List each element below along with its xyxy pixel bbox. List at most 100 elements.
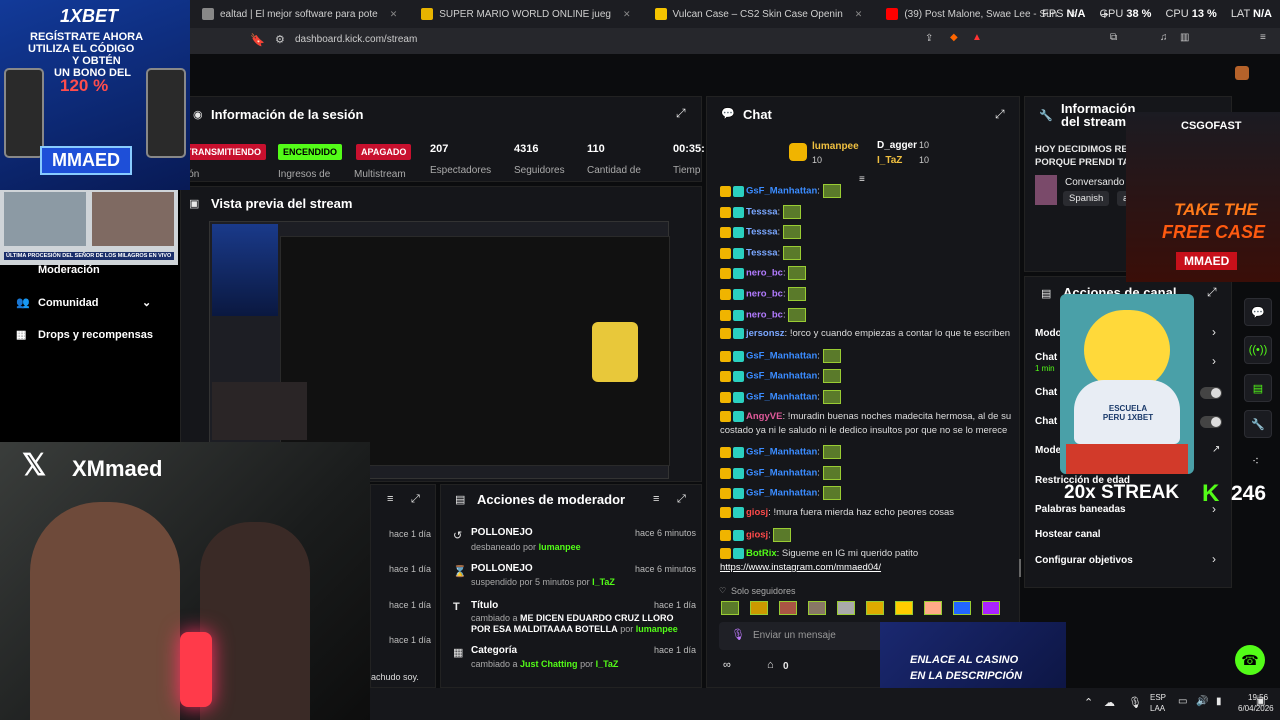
chat-username[interactable]: GsF_Manhattan xyxy=(746,447,817,458)
sidebar-icon[interactable]: ▥ xyxy=(1180,32,1189,43)
chat-scrollbar[interactable] xyxy=(1019,559,1021,577)
emote-icon[interactable] xyxy=(779,601,797,615)
store-icon[interactable]: ⌂ xyxy=(767,659,774,671)
chevron-right-icon[interactable]: › xyxy=(1212,354,1216,368)
mic-icon[interactable]: 🎙 xyxy=(731,628,745,641)
extensions-icon[interactable]: ⧉ xyxy=(1110,32,1117,43)
chat-username[interactable]: Tesssa xyxy=(746,248,778,259)
browser-tab[interactable]: ealtad | El mejor software para pote ✕ xyxy=(190,0,409,28)
chat-username[interactable]: GsF_Manhattan xyxy=(746,351,817,362)
chat-username[interactable]: giosj xyxy=(746,507,768,518)
channel-action-item[interactable]: Configurar objetivos xyxy=(1035,555,1133,566)
close-icon[interactable]: ✕ xyxy=(390,9,398,20)
emote-icon[interactable] xyxy=(808,601,826,615)
battery-icon[interactable]: ▮ xyxy=(1216,696,1222,707)
address-bar[interactable]: 🔖 ⚙ dashboard.kick.com/stream ⇪ ◆ ▲ ⧉ ♫ … xyxy=(190,28,1280,54)
chat-username[interactable]: giosj xyxy=(746,530,768,541)
toggle-switch[interactable] xyxy=(1200,387,1222,399)
emote-icon[interactable] xyxy=(837,601,855,615)
close-icon[interactable]: ✕ xyxy=(855,9,863,20)
infinity-icon[interactable]: ∞ xyxy=(723,659,731,671)
volume-icon[interactable]: 🔊 xyxy=(1196,696,1208,707)
emote-icon[interactable] xyxy=(866,601,884,615)
lang-indicator[interactable]: LAA xyxy=(1150,704,1165,713)
chat-username[interactable]: GsF_Manhattan xyxy=(746,468,817,479)
chat-username[interactable]: nero_bc xyxy=(746,310,783,321)
chat-text[interactable]: https://www.instagram.com/mmaed04/ xyxy=(720,562,881,573)
browser-tab[interactable]: SUPER MARIO WORLD ONLINE jueg ✕ xyxy=(409,0,642,28)
chat-username[interactable]: nero_bc xyxy=(746,268,783,279)
profile-avatar[interactable] xyxy=(1235,66,1249,80)
chat-badge-icon xyxy=(720,548,731,559)
mic-icon[interactable]: 🎙 xyxy=(1128,696,1142,709)
channel-action-item[interactable]: Mode xyxy=(1035,445,1061,456)
browser-tab[interactable]: Vulcan Case – CS2 Skin Case Openin ✕ xyxy=(643,0,875,28)
filter-icon[interactable]: ≡ xyxy=(387,493,393,505)
filter-icon[interactable]: ≡ xyxy=(653,493,659,505)
share-icon[interactable]: ⇪ xyxy=(925,33,933,44)
dots-icon[interactable]: ⁖ xyxy=(1252,454,1259,468)
mod-row-time: hace 1 día xyxy=(654,645,697,655)
stream-preview-video[interactable] xyxy=(209,221,670,479)
chat-username[interactable]: nero_bc xyxy=(746,289,783,300)
chat-username[interactable]: GsF_Manhattan xyxy=(746,392,817,403)
channel-action-item[interactable]: Palabras baneadas xyxy=(1035,504,1126,515)
tray-chevron-icon[interactable]: ⌃ xyxy=(1084,696,1093,709)
channel-action-item[interactable]: Modo xyxy=(1035,328,1062,339)
network-icon[interactable]: ▭ xyxy=(1178,696,1187,707)
chart-icon[interactable]: ↗ xyxy=(1212,444,1220,455)
collapse-icon[interactable]: ≡ xyxy=(859,174,865,185)
notification-icon[interactable]: ▣ xyxy=(1256,696,1265,707)
chat-badge-icon xyxy=(733,226,744,238)
expand-icon[interactable]: ⤢ xyxy=(411,493,420,506)
site-settings-icon[interactable]: ⚙ xyxy=(275,33,285,46)
chat-username[interactable]: GsF_Manhattan xyxy=(746,186,817,197)
sidebar-item-comunidad[interactable]: 👥 Comunidad ⌄ xyxy=(16,296,151,310)
close-icon[interactable]: ✕ xyxy=(623,9,631,20)
chat-badge-icon xyxy=(720,185,731,197)
emote-icon[interactable] xyxy=(982,601,1000,615)
csgo-brand: CSGOFAST xyxy=(1181,120,1242,132)
log-time: hace 1 día xyxy=(389,529,432,539)
rail-tools-button[interactable]: 🔧 xyxy=(1244,410,1272,438)
expand-icon[interactable]: ⤢ xyxy=(995,107,1005,122)
channel-action-item[interactable]: Hostear canal xyxy=(1035,529,1101,540)
emote-icon[interactable] xyxy=(895,601,913,615)
chat-badge-icon xyxy=(733,507,744,518)
emote-icon[interactable] xyxy=(750,601,768,615)
chat-username[interactable]: GsF_Manhattan xyxy=(746,488,817,499)
media-icon[interactable]: ♫ xyxy=(1160,32,1168,43)
lang-indicator[interactable]: ESP xyxy=(1150,693,1166,702)
emote-icon[interactable] xyxy=(721,601,739,615)
emote-icon[interactable] xyxy=(924,601,942,615)
chat-username[interactable]: GsF_Manhattan xyxy=(746,371,817,382)
bookmark-icon[interactable]: 🔖 xyxy=(250,33,265,47)
stream-preview-panel: ▣ Vista previa del stream xyxy=(180,186,702,482)
chat-username[interactable]: jersonsz xyxy=(746,328,785,339)
rail-chat-button[interactable]: 💬 xyxy=(1244,298,1272,326)
chat-username[interactable]: AngyVE xyxy=(746,411,782,422)
chevron-right-icon[interactable]: › xyxy=(1212,552,1216,566)
emote-icon[interactable] xyxy=(953,601,971,615)
menu-icon[interactable]: ≡ xyxy=(1260,32,1266,43)
expand-icon[interactable]: ⤢ xyxy=(676,106,686,121)
expand-icon[interactable]: ⤢ xyxy=(1207,285,1217,300)
sidebar-item-drops[interactable]: ▦ Drops y recompensas xyxy=(16,328,153,342)
help-button[interactable]: ☎ xyxy=(1235,645,1265,675)
brave-shield-icon[interactable]: ◆ xyxy=(950,32,958,43)
url-text[interactable]: dashboard.kick.com/stream xyxy=(295,34,417,45)
chat-username[interactable]: Tesssa xyxy=(746,207,778,218)
cloud-icon[interactable]: ☁ xyxy=(1104,696,1115,709)
expand-icon[interactable]: ⤢ xyxy=(677,493,686,506)
chat-username[interactable]: BotRix xyxy=(746,548,777,559)
rail-broadcast-button[interactable]: ((•)) xyxy=(1244,336,1272,364)
chat-badge-icon xyxy=(720,411,731,422)
toggle-switch[interactable] xyxy=(1200,416,1222,428)
chat-username[interactable]: Tesssa xyxy=(746,227,778,238)
chat-badge-icon xyxy=(733,185,744,197)
sidebar-item-moderacion[interactable]: Moderación xyxy=(16,264,100,276)
chevron-right-icon[interactable]: › xyxy=(1212,325,1216,339)
rewards-icon[interactable]: ▲ xyxy=(972,32,982,43)
rail-layout-button[interactable]: ▤ xyxy=(1244,374,1272,402)
mod-row-title: POLLONEJO xyxy=(471,527,533,538)
